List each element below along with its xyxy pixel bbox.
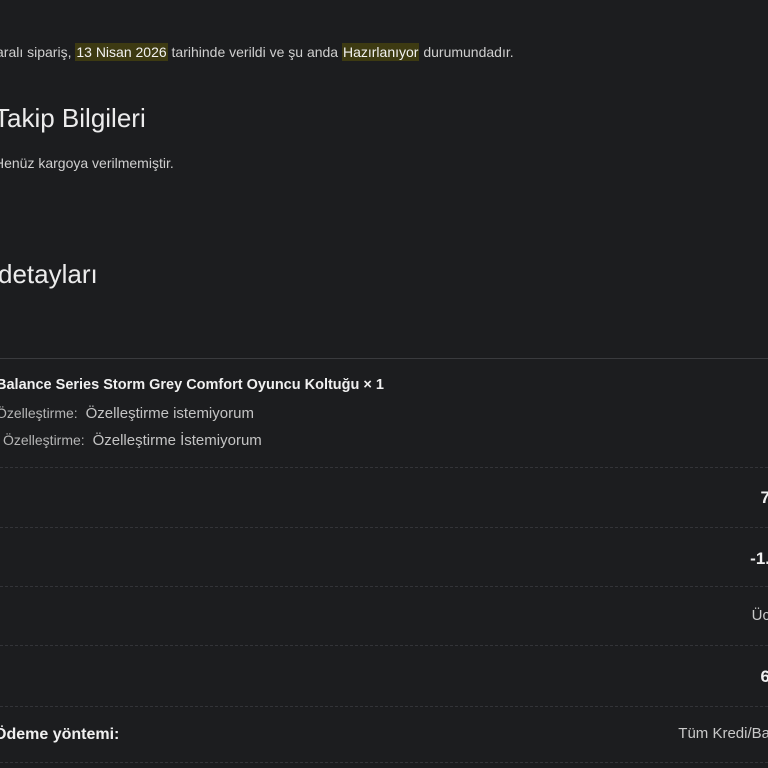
- product-option-value: Özelleştirme İstemiyorum: [92, 432, 262, 449]
- summary-row-discount: -1.: [0, 527, 768, 587]
- order-date-highlight: 13 Nisan 2026: [75, 43, 168, 61]
- order-details-page: aralı sipariş, 13 Nisan 2026 tarihinde v…: [0, 0, 768, 768]
- summary-value: 7: [760, 488, 768, 507]
- order-status-highlight: Hazırlanıyor: [341, 43, 420, 61]
- payment-method-value: Tüm Kredi/Ba: [678, 725, 768, 742]
- summary-row-shipping: Üc: [0, 586, 768, 646]
- product-option: Özelleştirme: Özelleştirme istemiyorum: [0, 405, 254, 422]
- product-row: Balance Series Storm Grey Comfort Oyuncu…: [0, 358, 768, 468]
- product-option-value: Özelleştirme istemiyorum: [85, 405, 254, 422]
- summary-row-subtotal: 7: [0, 466, 768, 528]
- summary-row-payment-method: Ödeme yöntemi: Tüm Kredi/Ba: [0, 706, 768, 763]
- payment-method-label: Ödeme yöntemi:: [0, 726, 120, 743]
- product-option-key: Özelleştirme:: [3, 432, 85, 448]
- order-status-prefix: aralı sipariş,: [0, 44, 76, 60]
- tracking-title: Takip Bilgileri: [0, 103, 146, 133]
- product-name[interactable]: Balance Series Storm Grey Comfort Oyuncu…: [0, 377, 384, 393]
- order-status-middle: tarihinde verildi ve şu anda: [167, 44, 342, 60]
- product-option-key: Özelleştirme:: [0, 405, 78, 421]
- summary-value: -1.: [750, 549, 768, 568]
- product-option: Özelleştirme: Özelleştirme İstemiyorum: [3, 432, 262, 449]
- summary-value: 6: [760, 667, 768, 686]
- tracking-text: Henüz kargoya verilmemiştir.: [0, 155, 174, 171]
- order-details-title: detayları: [0, 259, 98, 289]
- summary-row-total: 6: [0, 645, 768, 707]
- order-status-suffix: durumundadır.: [419, 44, 514, 60]
- summary-value: Üc: [751, 607, 768, 624]
- order-status-text: aralı sipariş, 13 Nisan 2026 tarihinde v…: [0, 43, 514, 61]
